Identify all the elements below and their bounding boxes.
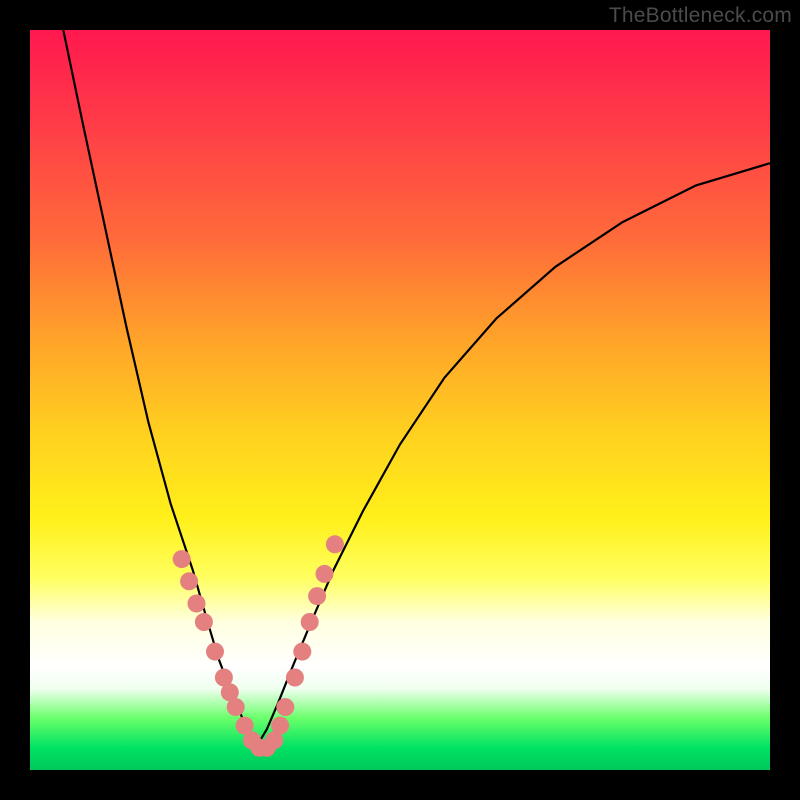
highlight-dot bbox=[286, 669, 304, 687]
highlight-dot bbox=[276, 698, 294, 716]
curve-layer bbox=[30, 30, 770, 770]
highlight-dot bbox=[227, 698, 245, 716]
highlight-dot bbox=[271, 717, 289, 735]
highlight-dot bbox=[180, 572, 198, 590]
watermark-text: TheBottleneck.com bbox=[609, 4, 792, 28]
highlight-dots-group bbox=[173, 535, 344, 757]
highlight-dot bbox=[293, 643, 311, 661]
highlight-dot bbox=[188, 595, 206, 613]
highlight-dot bbox=[308, 587, 326, 605]
highlight-dot bbox=[326, 535, 344, 553]
curve-right-branch bbox=[256, 163, 770, 748]
highlight-dot bbox=[195, 613, 213, 631]
highlight-dot bbox=[173, 550, 191, 568]
highlight-dot bbox=[206, 643, 224, 661]
highlight-dot bbox=[301, 613, 319, 631]
curve-left-branch bbox=[63, 30, 255, 748]
outer-frame: TheBottleneck.com bbox=[0, 0, 800, 800]
highlight-dot bbox=[316, 565, 334, 583]
